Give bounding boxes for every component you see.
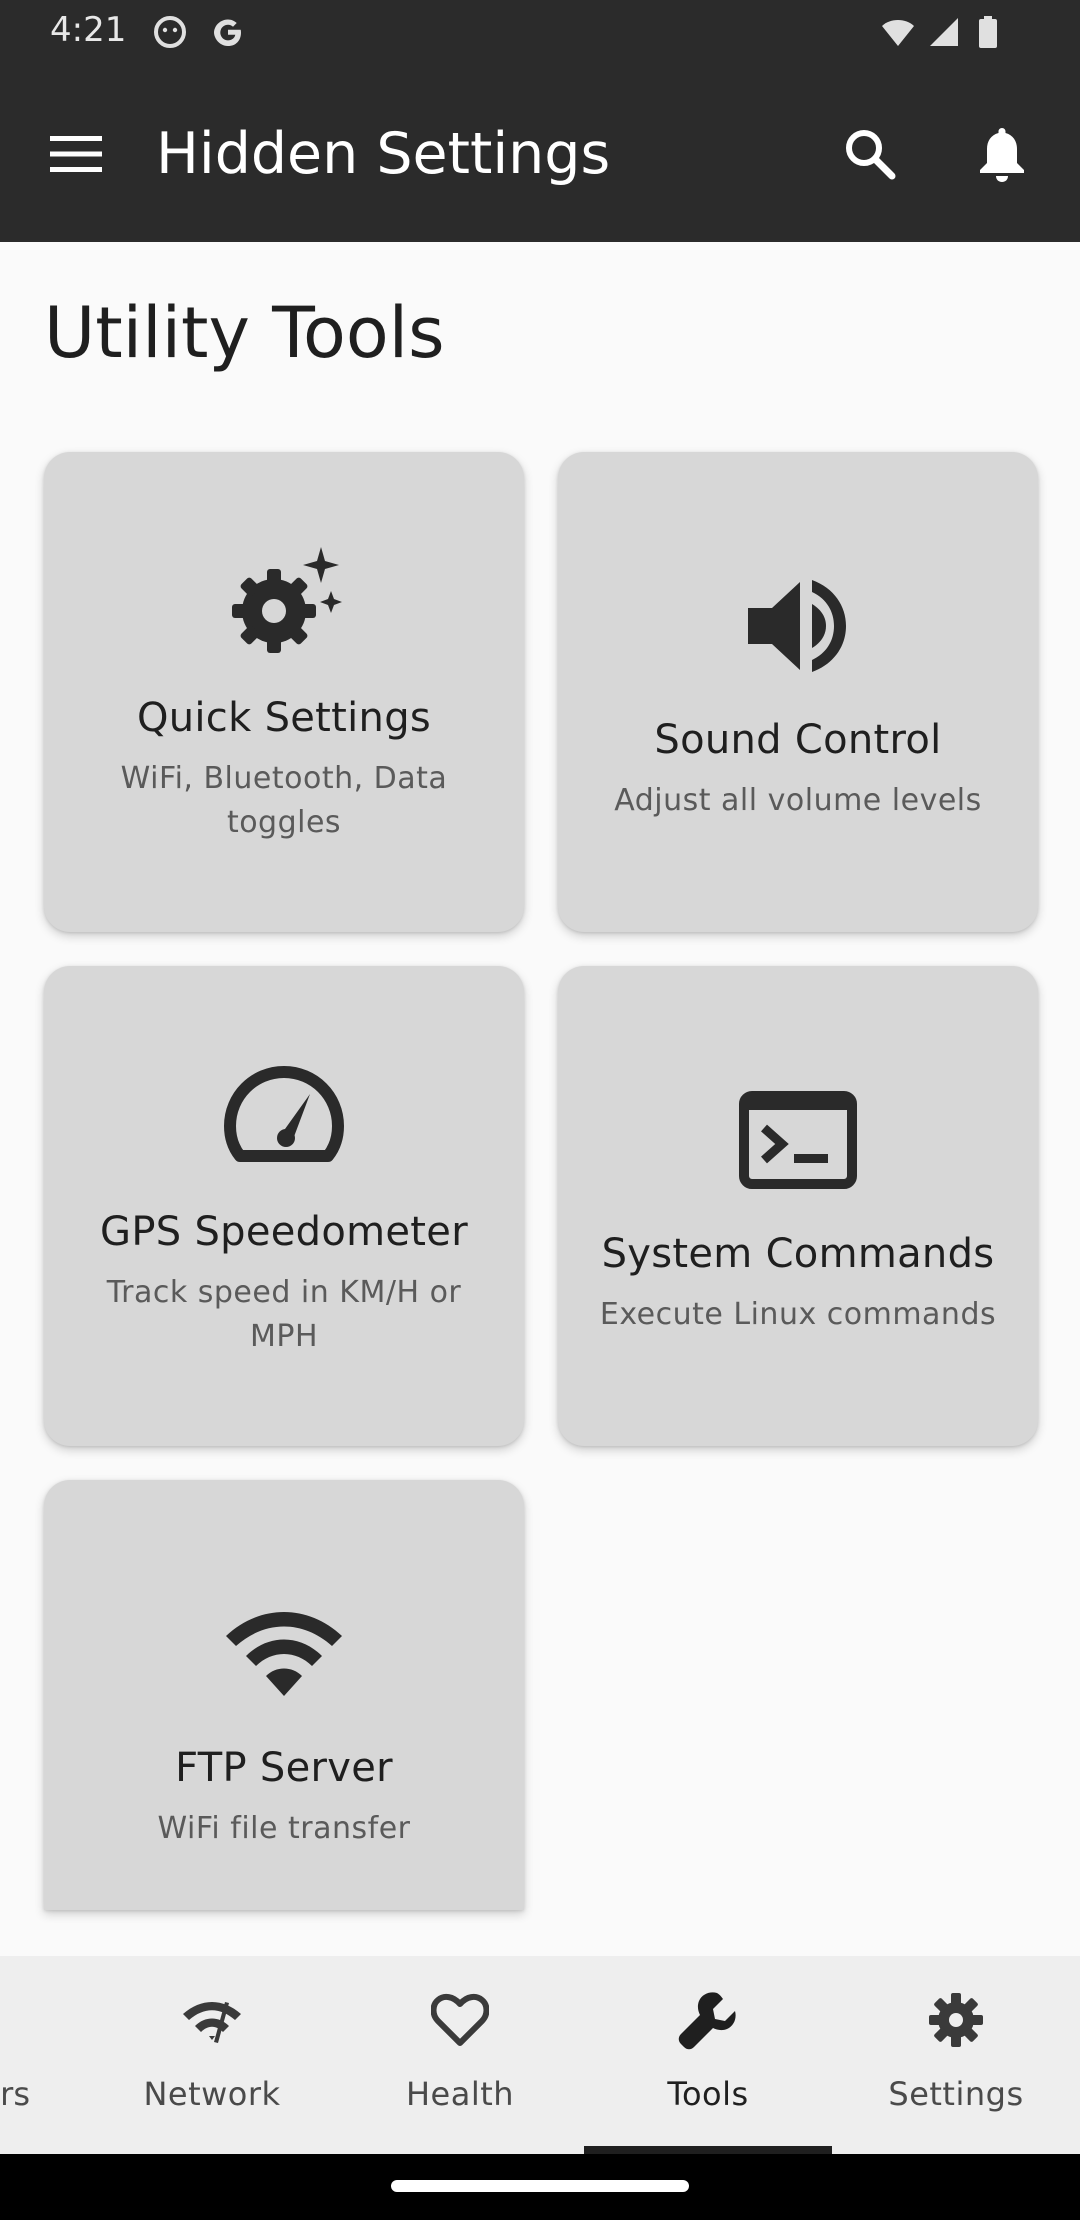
status-time: 4:21 xyxy=(50,10,127,50)
app-bar: Hidden Settings xyxy=(0,64,1080,242)
active-tab-indicator xyxy=(584,2146,832,2154)
menu-icon xyxy=(50,136,102,172)
nav-label: Tools xyxy=(667,2075,749,2113)
card-subtitle: Track speed in KM/H or MPH xyxy=(106,1275,462,1354)
search-button[interactable] xyxy=(834,118,906,190)
bottom-navigation: rs Network Health Tools Settings xyxy=(0,1956,1080,2154)
menu-button[interactable] xyxy=(40,118,112,190)
card-system-commands[interactable]: System Commands Execute Linux commands xyxy=(558,966,1038,1446)
battery-icon xyxy=(979,16,997,48)
card-subtitle: Adjust all volume levels xyxy=(614,783,982,818)
card-gps-speedometer[interactable]: GPS Speedometer Track speed in KM/H or M… xyxy=(44,966,524,1446)
signal-icon xyxy=(930,18,958,46)
home-gesture-handle[interactable] xyxy=(391,2180,689,2192)
card-quick-settings[interactable]: Quick Settings WiFi, Bluetooth, Data tog… xyxy=(44,452,524,932)
settings-sparkle-icon xyxy=(219,539,349,669)
nav-item-network[interactable]: Network xyxy=(110,1956,314,2154)
card-ftp-server[interactable]: FTP Server WiFi file transfer xyxy=(44,1480,524,1910)
nav-item-settings[interactable]: Settings xyxy=(852,1956,1060,2154)
wifi-icon xyxy=(219,1589,349,1719)
card-subtitle: WiFi file transfer xyxy=(157,1811,411,1846)
nav-label: Settings xyxy=(888,2075,1024,2113)
app-title: Hidden Settings xyxy=(156,121,611,187)
speedometer-icon xyxy=(219,1053,349,1183)
card-title: GPS Speedometer xyxy=(100,1209,468,1255)
page-title: Utility Tools xyxy=(44,292,445,374)
wifi-status-icon xyxy=(882,20,914,46)
nav-item-health[interactable]: Health xyxy=(356,1956,564,2154)
top-bar: 4:21 Hidden Settings xyxy=(0,0,1080,242)
card-subtitle: Execute Linux commands xyxy=(599,1297,997,1332)
nav-item-tools[interactable]: Tools xyxy=(584,1956,832,2154)
volume-icon xyxy=(733,561,863,691)
card-subtitle: WiFi, Bluetooth, Data toggles xyxy=(120,761,448,840)
card-sound-control[interactable]: Sound Control Adjust all volume levels xyxy=(558,452,1038,932)
card-title: Sound Control xyxy=(654,717,942,763)
wrench-icon xyxy=(676,1988,740,2052)
status-bar: 4:21 xyxy=(0,0,1080,64)
notifications-button[interactable] xyxy=(966,118,1038,190)
card-title: Quick Settings xyxy=(136,695,432,741)
nav-label: Network xyxy=(143,2075,281,2113)
google-icon xyxy=(214,19,241,46)
gesture-area xyxy=(0,2154,1080,2220)
network-icon xyxy=(180,1988,244,2052)
nav-label: Health xyxy=(405,2075,515,2113)
card-title: FTP Server xyxy=(175,1745,393,1791)
bell-icon xyxy=(980,128,1024,182)
search-icon xyxy=(846,130,896,180)
heart-icon xyxy=(428,1988,492,2052)
nav-item-partial-label[interactable]: rs xyxy=(0,2074,30,2114)
card-title: System Commands xyxy=(601,1231,995,1277)
record-icon xyxy=(154,16,186,48)
terminal-icon xyxy=(733,1075,863,1205)
gear-icon xyxy=(924,1988,988,2052)
